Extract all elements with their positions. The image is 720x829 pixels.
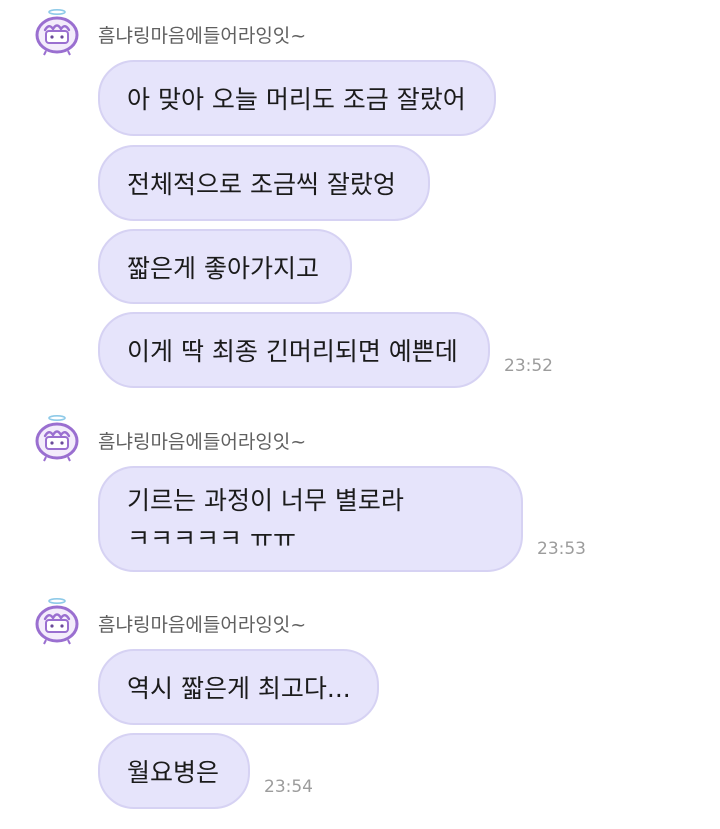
sender-avatar-icon[interactable] — [32, 595, 82, 645]
message-line: 기르는 과정이 너무 별로라 — [127, 486, 404, 515]
sender-name: 흠냐링마음에들어라잉잇~ — [98, 614, 307, 636]
message-timestamp: 23:53 — [537, 539, 586, 559]
message-bubble[interactable]: 기르는 과정이 너무 별로라 ㅋㅋㅋㅋㅋ ㅠㅠ — [98, 466, 523, 572]
sender-avatar-icon[interactable] — [32, 412, 82, 462]
message-bubble[interactable]: 역시 짧은게 최고다... — [98, 649, 379, 725]
message-bubble[interactable]: 월요병은 — [98, 733, 250, 809]
sender-name: 흠냐링마음에들어라잉잇~ — [98, 25, 307, 47]
message-bubble[interactable]: 이게 딱 최종 긴머리되면 예쁜데 — [98, 312, 490, 388]
message-timestamp: 23:52 — [504, 356, 553, 376]
message-bubble[interactable]: 짧은게 좋아가지고 — [98, 229, 352, 304]
message-line: ㅋㅋㅋㅋㅋ ㅠㅠ — [127, 524, 296, 553]
message-timestamp: 23:54 — [264, 777, 313, 797]
message-bubble[interactable]: 아 맞아 오늘 머리도 조금 잘랐어 — [98, 60, 496, 136]
sender-name: 흠냐링마음에들어라잉잇~ — [98, 431, 307, 453]
sender-avatar-icon[interactable] — [32, 6, 82, 56]
message-bubble[interactable]: 전체적으로 조금씩 잘랐엉 — [98, 145, 430, 221]
